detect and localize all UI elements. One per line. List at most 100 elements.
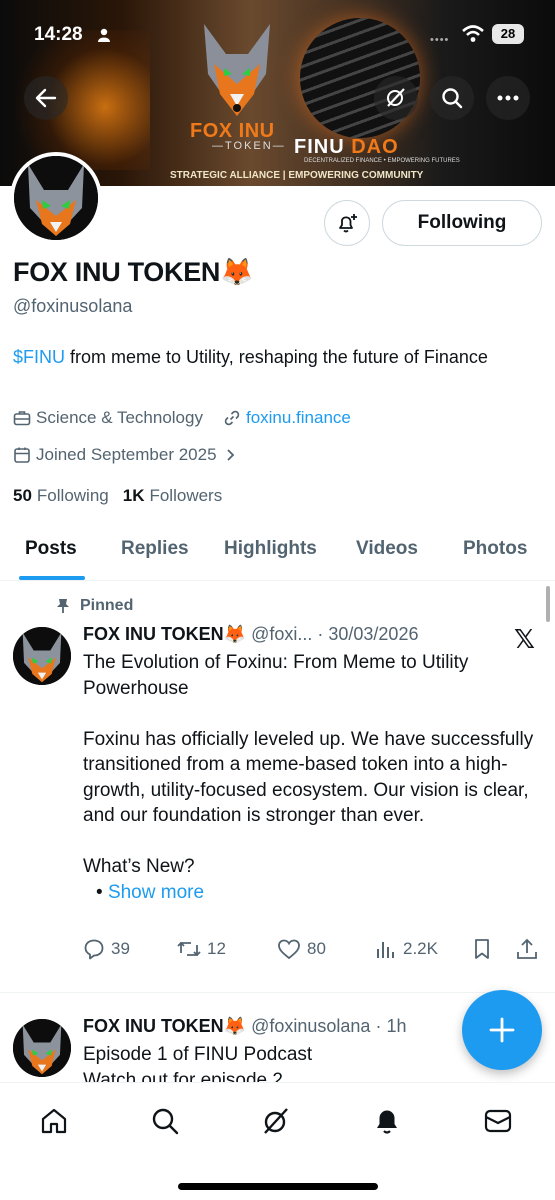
status-time: 14:28 xyxy=(34,24,83,45)
grok-button[interactable] xyxy=(374,76,418,120)
profile-joined-row[interactable]: Joined September 2025 xyxy=(13,445,237,465)
post-line-3: What’s New? xyxy=(83,856,195,877)
bell-plus-icon xyxy=(339,214,357,233)
bio-cashtag[interactable]: $FINU xyxy=(13,347,65,367)
chevron-right-icon xyxy=(226,449,234,461)
finu-text: FINU xyxy=(294,136,345,158)
share-icon xyxy=(517,938,537,959)
like-count: 80 xyxy=(307,939,326,958)
follow-counts: 50 Following 1K Followers xyxy=(13,486,222,506)
status-bar: 14:28 •••• 28 xyxy=(0,0,555,64)
reply-button[interactable]: 39 xyxy=(83,938,130,960)
post-handle-date: @foxi... · 30/03/2026 xyxy=(246,624,419,644)
banner-finu-brand: FINU DAO xyxy=(294,136,399,159)
post-avatar[interactable] xyxy=(13,627,71,685)
nav-grok[interactable] xyxy=(256,1101,296,1141)
profile-website-link[interactable]: foxinu.finance xyxy=(246,408,351,428)
scrollbar[interactable] xyxy=(546,586,550,622)
nav-messages[interactable] xyxy=(478,1101,518,1141)
home-indicator xyxy=(178,1183,378,1190)
views-count: 2.2K xyxy=(403,939,438,958)
profile-display-name: FOX INU TOKEN🦊 xyxy=(13,257,254,287)
search-icon xyxy=(442,88,463,109)
like-button[interactable]: 80 xyxy=(277,938,326,960)
post-divider xyxy=(0,992,555,993)
profile-handle: @foxinusolana xyxy=(13,296,133,316)
heart-icon xyxy=(278,939,300,960)
notify-button[interactable] xyxy=(324,200,370,246)
post-header[interactable]: FOX INU TOKEN🦊 @foxinusolana · 1h xyxy=(83,1016,406,1037)
nav-home[interactable] xyxy=(34,1101,74,1141)
tab-replies[interactable]: Replies xyxy=(121,538,189,560)
fox-avatar-icon xyxy=(13,627,71,685)
nav-notifications[interactable] xyxy=(367,1101,407,1141)
bell-icon xyxy=(377,1110,397,1134)
nav-search[interactable] xyxy=(145,1101,185,1141)
profile-bio: $FINU from meme to Utility, reshaping th… xyxy=(13,344,533,370)
following-button[interactable]: Following xyxy=(382,200,542,246)
bookmark-button[interactable] xyxy=(472,938,498,960)
dao-text: DAO xyxy=(351,136,399,158)
post-actions: 39 12 80 2.2K xyxy=(83,938,543,966)
signal-dots: •••• xyxy=(430,34,450,46)
followers-label: Followers xyxy=(149,486,223,505)
profile-category: Science & Technology xyxy=(36,408,203,427)
profile-joined: Joined September 2025 xyxy=(36,445,217,464)
grok-icon xyxy=(264,1108,288,1134)
tab-photos[interactable]: Photos xyxy=(463,538,527,560)
post-handle-time: @foxinusolana · 1h xyxy=(246,1016,407,1036)
post-author-name: FOX INU TOKEN🦊 xyxy=(83,1016,247,1036)
tab-videos[interactable]: Videos xyxy=(356,538,418,560)
post-line-2: Watch out for episode 2 xyxy=(83,1069,283,1083)
banner-fox-sub: —TOKEN— xyxy=(212,140,286,152)
link-icon xyxy=(224,410,240,426)
profile-avatar[interactable] xyxy=(10,152,102,244)
tab-active-indicator xyxy=(19,576,85,580)
views-icon xyxy=(377,942,394,958)
tab-highlights[interactable]: Highlights xyxy=(224,538,317,560)
bullet: • xyxy=(96,881,103,903)
home-icon xyxy=(41,1108,67,1134)
plus-icon xyxy=(489,1017,515,1043)
search-icon xyxy=(152,1108,179,1135)
bookmark-icon xyxy=(475,939,489,959)
calendar-icon xyxy=(14,447,30,463)
post-line-1: The Evolution of Foxinu: From Meme to Ut… xyxy=(83,652,469,699)
followers-count-link[interactable]: 1K Followers xyxy=(123,486,222,506)
followers-count: 1K xyxy=(122,486,145,505)
reply-count: 39 xyxy=(111,939,130,958)
show-more-link[interactable]: Show more xyxy=(108,882,204,903)
arrow-left-icon xyxy=(35,88,57,108)
more-icon xyxy=(497,95,519,101)
mail-icon xyxy=(484,1109,512,1133)
tab-posts[interactable]: Posts xyxy=(25,538,77,560)
more-button[interactable] xyxy=(486,76,530,120)
views-button[interactable]: 2.2K xyxy=(375,938,438,960)
repost-button[interactable]: 12 xyxy=(177,938,226,960)
briefcase-icon xyxy=(13,411,31,426)
repost-count: 12 xyxy=(207,939,226,958)
search-button[interactable] xyxy=(430,76,474,120)
post-avatar[interactable] xyxy=(13,1019,71,1077)
fox-avatar-icon xyxy=(14,156,98,240)
person-icon xyxy=(98,28,110,42)
fox-avatar-icon xyxy=(13,1019,71,1077)
following-count: 50 xyxy=(13,486,32,505)
pin-icon xyxy=(57,599,69,613)
post-line-2: Foxinu has officially leveled up. We hav… xyxy=(83,728,534,827)
back-button[interactable] xyxy=(24,76,68,120)
pinned-label: Pinned xyxy=(56,597,133,615)
following-count-link[interactable]: 50 Following xyxy=(13,486,109,506)
bottom-navigation xyxy=(0,1082,555,1200)
share-button[interactable] xyxy=(516,938,544,960)
following-label: Following xyxy=(36,486,109,505)
banner-tagline: STRATEGIC ALLIANCE | EMPOWERING COMMUNIT… xyxy=(170,170,424,181)
pinned-text: Pinned xyxy=(80,597,134,614)
wifi-icon xyxy=(462,25,484,42)
banner-finu-sub: DECENTRALIZED FINANCE • EMPOWERING FUTUR… xyxy=(304,158,460,164)
profile-meta-row: Science & Technology foxinu.finance xyxy=(13,408,351,428)
compose-button[interactable] xyxy=(462,990,542,1070)
post-text[interactable]: The Evolution of Foxinu: From Meme to Ut… xyxy=(83,650,543,905)
grok-icon xyxy=(387,88,405,107)
post-header[interactable]: FOX INU TOKEN🦊 @foxi... · 30/03/2026 xyxy=(83,624,418,645)
